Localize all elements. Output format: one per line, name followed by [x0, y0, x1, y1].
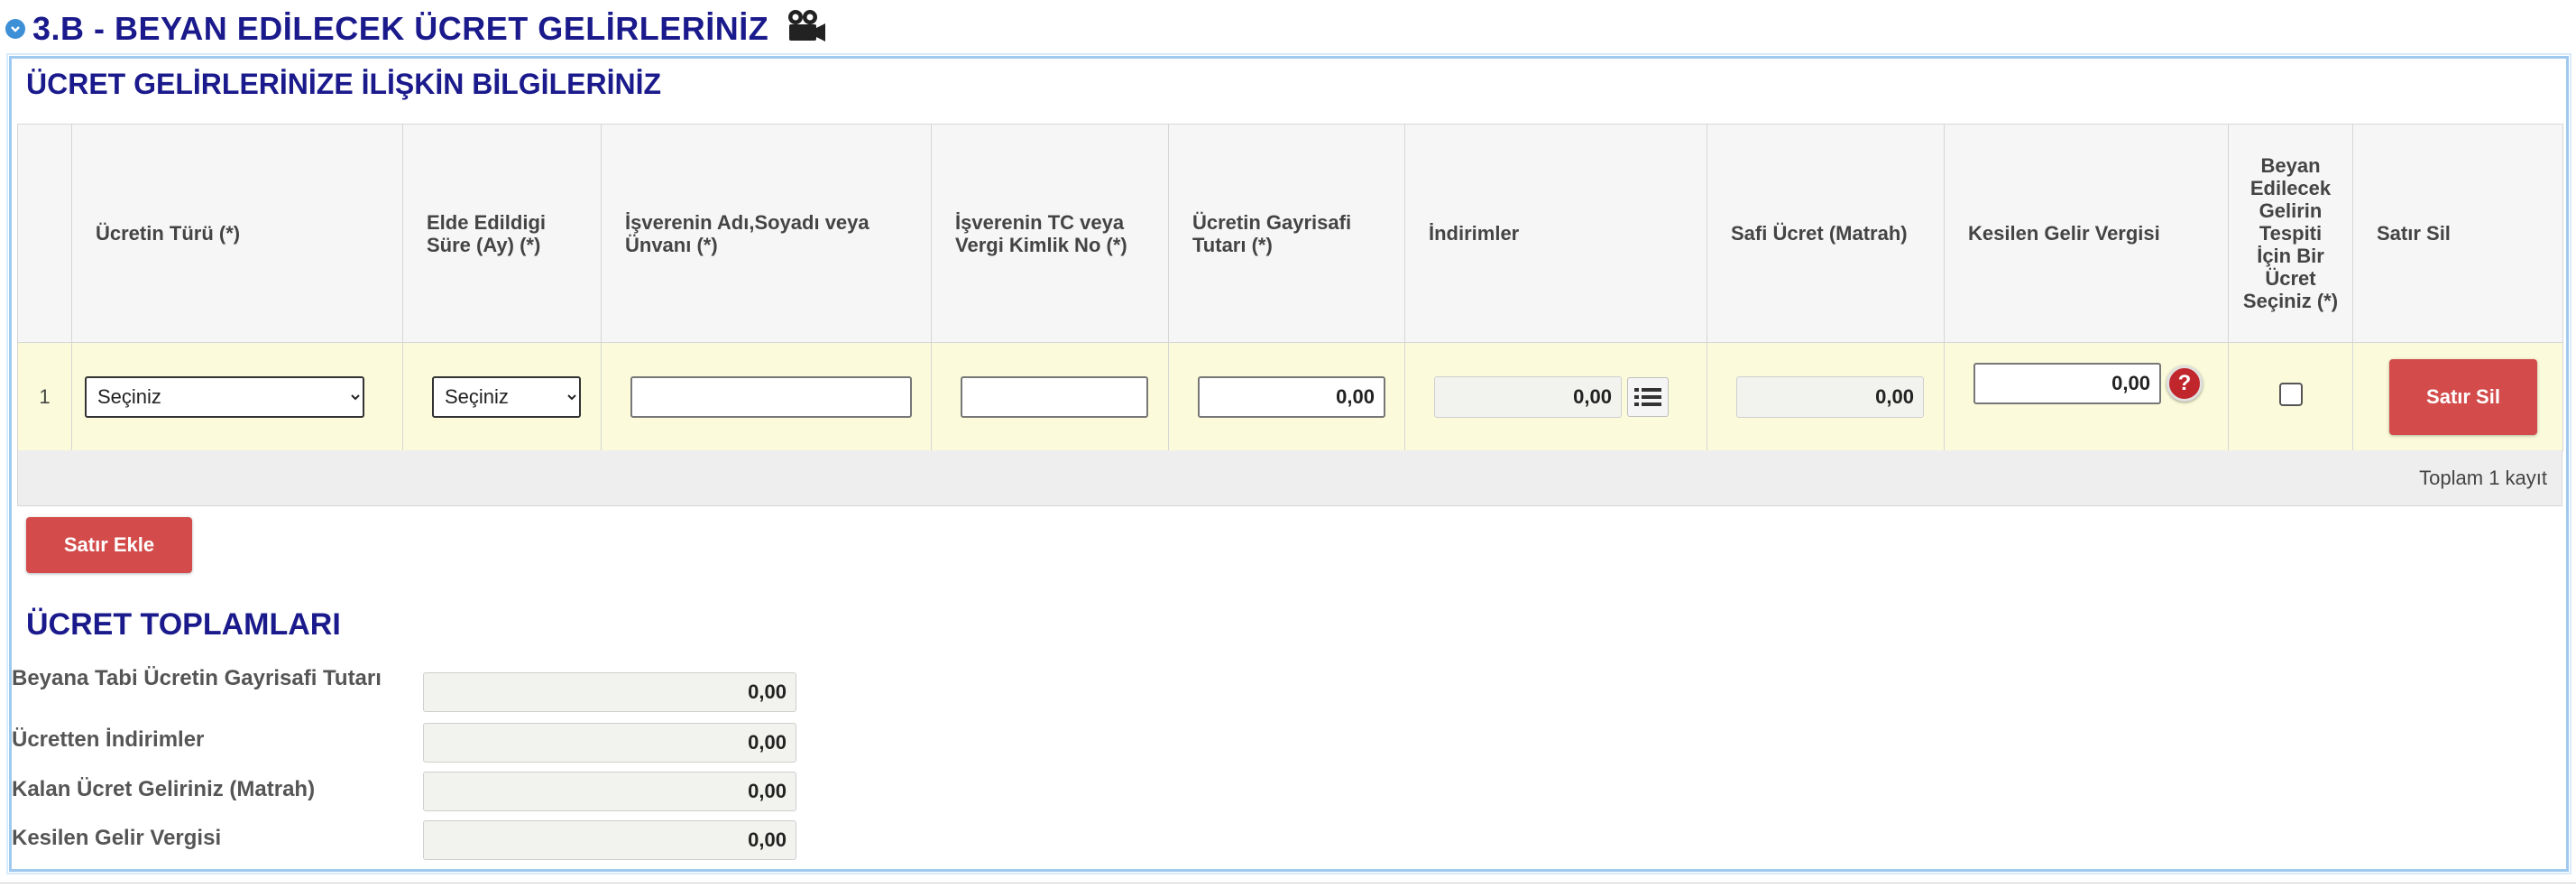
total-gayrisafi-field [423, 672, 796, 712]
section-title: 3.B - BEYAN EDİLECEK ÜCRET GELİRLERİNİZ [32, 10, 769, 47]
help-icon[interactable]: ? [2167, 365, 2203, 402]
header-kesilen: Kesilen Gelir Vergisi [1944, 124, 2229, 343]
total-kesilen-field [423, 820, 796, 860]
cell-sure: Seçiniz [402, 342, 602, 451]
header-ucret-turu: Ücretin Türü (*) [71, 124, 403, 343]
cell-kesilen: ? [1944, 342, 2229, 451]
row-number: 1 [17, 342, 72, 451]
panel-title: ÜCRET GELİRLERİNİZE İLİŞKİN BİLGİLERİNİZ [26, 68, 661, 100]
video-camera-icon[interactable] [787, 8, 826, 51]
total-matrah-field [423, 772, 796, 811]
sure-select[interactable]: Seçiniz [432, 375, 581, 418]
record-count: Toplam 1 kayıt [2419, 466, 2547, 489]
header-satir-sil: Satır Sil [2352, 124, 2563, 343]
header-safi: Safi Ücret (Matrah) [1707, 124, 1945, 343]
add-row-button[interactable]: Satır Ekle [26, 517, 192, 573]
wage-income-table: Ücretin Türü (*) Elde Edildigi Süre (Ay)… [17, 124, 2563, 451]
collapse-chevron-icon[interactable] [5, 19, 25, 39]
header-row-number [17, 124, 72, 343]
gayrisafi-input[interactable] [1198, 375, 1385, 418]
isveren-adi-input[interactable] [630, 375, 912, 418]
tespit-checkbox[interactable] [2278, 382, 2303, 406]
cell-ucret-turu: Seçiniz [71, 342, 403, 451]
header-isveren-tc: İşverenin TC veya Vergi Kimlik No (*) [931, 124, 1169, 343]
total-label-matrah: Kalan Ücret Geliriniz (Matrah) [12, 777, 316, 801]
cell-safi [1707, 342, 1945, 451]
wage-income-panel: ÜCRET GELİRLERİNİZE İLİŞKİN BİLGİLERİNİZ… [6, 53, 2571, 874]
table-footer: Toplam 1 kayıt [17, 450, 2562, 506]
ucret-turu-select[interactable]: Seçiniz [85, 375, 364, 418]
delete-row-button[interactable]: Satır Sil [2389, 358, 2537, 435]
total-label-gayrisafi: Beyana Tabi Ücretin Gayrisafi Tutarı [12, 666, 382, 690]
indirimler-detail-button[interactable] [1627, 376, 1669, 417]
header-tespit: Beyan Edilecek Gelirin Tespiti İçin Bir … [2228, 124, 2353, 343]
cell-satir-sil: Satır Sil [2352, 342, 2563, 451]
cell-isveren-tc [931, 342, 1169, 451]
header-sure: Elde Edildigi Süre (Ay) (*) [402, 124, 602, 343]
cell-isveren-adi [601, 342, 932, 451]
header-gayrisafi: Ücretin Gayrisafi Tutarı (*) [1168, 124, 1405, 343]
list-icon [1634, 387, 1661, 406]
total-label-kesilen: Kesilen Gelir Vergisi [12, 826, 222, 850]
cell-tespit [2228, 342, 2353, 451]
header-isveren-adi: İşverenin Adı,Soyadı veya Ünvanı (*) [601, 124, 932, 343]
safi-input [1736, 375, 1924, 418]
isveren-tc-input[interactable] [961, 375, 1148, 418]
totals-title: ÜCRET TOPLAMLARI [26, 607, 341, 642]
table-row: 1 Seçiniz Seçiniz 0,00 0,00 0,00 0,00 ? … [17, 342, 2563, 451]
total-label-indirimler: Ücretten İndirimler [12, 727, 205, 752]
section-header: 3.B - BEYAN EDİLECEK ÜCRET GELİRLERİNİZ [5, 5, 826, 52]
table-header-row: Ücretin Türü (*) Elde Edildigi Süre (Ay)… [17, 124, 2563, 343]
header-indirimler: İndirimler [1404, 124, 1707, 343]
cell-gayrisafi [1168, 342, 1405, 451]
indirimler-input [1434, 375, 1622, 418]
total-indirimler-field [423, 723, 796, 763]
kesilen-input[interactable] [1973, 362, 2161, 404]
cell-indirimler [1404, 342, 1707, 451]
